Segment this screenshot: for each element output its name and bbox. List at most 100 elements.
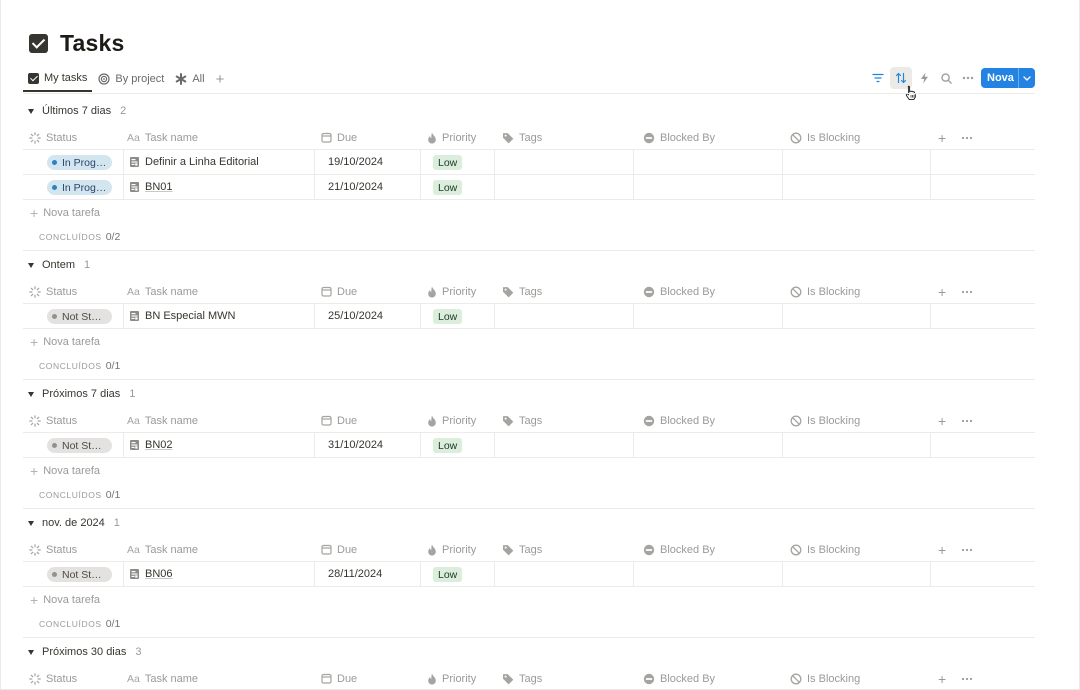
- more-icon[interactable]: [961, 666, 973, 689]
- more-icon[interactable]: [961, 537, 973, 562]
- column-blocked-by[interactable]: Blocked By: [643, 666, 715, 689]
- group-header[interactable]: Ontem 1: [23, 254, 1035, 276]
- new-task-row[interactable]: + Nova tarefa: [23, 329, 1035, 354]
- column-priority[interactable]: Priority: [427, 279, 476, 304]
- column-tags[interactable]: Tags: [502, 666, 542, 689]
- priority-badge[interactable]: Low: [433, 155, 463, 170]
- column-is-blocking[interactable]: Is Blocking: [790, 279, 860, 304]
- toggle-triangle-icon[interactable]: [28, 262, 34, 268]
- add-property-icon[interactable]: +: [938, 125, 946, 150]
- chevron-down-icon[interactable]: [1019, 75, 1035, 81]
- priority-badge[interactable]: Low: [433, 180, 463, 195]
- completed-summary: CONCLUÍDOS 0/1: [23, 612, 1035, 636]
- table-row[interactable]: In Prog… BN01 21/10/2024 Low: [23, 175, 1035, 200]
- toggle-triangle-icon[interactable]: [28, 520, 34, 526]
- column-status[interactable]: Status: [29, 537, 77, 562]
- add-property-icon[interactable]: +: [938, 537, 946, 562]
- due-date[interactable]: 21/10/2024: [321, 175, 383, 199]
- toggle-triangle-icon[interactable]: [28, 108, 34, 114]
- table-row[interactable]: In Prog… Definir a Linha Editorial 19/10…: [23, 150, 1035, 175]
- column-tags[interactable]: Tags: [502, 537, 542, 562]
- add-view-icon[interactable]: +: [211, 71, 230, 88]
- table-row[interactable]: Not St… BN06 28/11/2024 Low: [23, 562, 1035, 587]
- task-name[interactable]: BN Especial MWN: [145, 304, 235, 328]
- group-header[interactable]: nov. de 2024 1: [23, 512, 1035, 534]
- column-priority[interactable]: Priority: [427, 125, 476, 150]
- column-priority[interactable]: Priority: [427, 537, 476, 562]
- column-is-blocking[interactable]: Is Blocking: [790, 408, 860, 433]
- more-icon[interactable]: [961, 408, 973, 433]
- task-name[interactable]: BN06: [145, 562, 173, 586]
- task-name[interactable]: BN02: [145, 433, 173, 457]
- column-blocked-by[interactable]: Blocked By: [643, 279, 715, 304]
- column-due[interactable]: Due: [321, 279, 357, 304]
- group-header[interactable]: Próximos 7 dias 1: [23, 383, 1035, 405]
- column-due[interactable]: Due: [321, 537, 357, 562]
- toggle-triangle-icon[interactable]: [28, 649, 34, 655]
- table-row[interactable]: Not St… BN Especial MWN 25/10/2024 Low: [23, 304, 1035, 329]
- due-date[interactable]: 31/10/2024: [321, 433, 383, 457]
- due-date[interactable]: 25/10/2024: [321, 304, 383, 328]
- table-row[interactable]: Not St… BN02 31/10/2024 Low: [23, 433, 1035, 458]
- priority-badge[interactable]: Low: [433, 309, 463, 324]
- column-tags[interactable]: Tags: [502, 125, 542, 150]
- column-tags[interactable]: Tags: [502, 279, 542, 304]
- due-date[interactable]: 19/10/2024: [321, 150, 383, 174]
- column-task-name[interactable]: Aa Task name: [127, 125, 198, 150]
- column-status[interactable]: Status: [29, 408, 77, 433]
- column-is-blocking[interactable]: Is Blocking: [790, 666, 861, 689]
- status-badge[interactable]: Not St…: [47, 309, 112, 324]
- more-icon[interactable]: [961, 125, 973, 150]
- due-date[interactable]: 28/11/2024: [321, 562, 382, 586]
- filter-icon[interactable]: [867, 67, 889, 89]
- column-header-row: Status Aa Task name Due Priority Tags Blo…: [23, 666, 1035, 689]
- tab-my-tasks[interactable]: My tasks: [23, 66, 93, 92]
- add-property-icon[interactable]: +: [938, 408, 946, 433]
- more-icon[interactable]: [957, 67, 979, 89]
- status-badge[interactable]: Not St…: [47, 567, 112, 582]
- search-icon[interactable]: [935, 67, 957, 89]
- column-priority[interactable]: Priority: [427, 666, 476, 689]
- column-due[interactable]: Due: [321, 125, 357, 150]
- group-header[interactable]: Próximos 30 dias 3: [23, 641, 1035, 663]
- column-task-name[interactable]: Aa Task name: [127, 537, 198, 562]
- column-status[interactable]: Status: [29, 666, 77, 689]
- column-blocked-by[interactable]: Blocked By: [643, 125, 715, 150]
- column-priority[interactable]: Priority: [427, 408, 476, 433]
- column-tags[interactable]: Tags: [502, 408, 542, 433]
- column-due[interactable]: Due: [321, 666, 357, 689]
- add-property-icon[interactable]: +: [938, 279, 946, 304]
- task-name[interactable]: Definir a Linha Editorial: [145, 150, 259, 174]
- status-badge[interactable]: In Prog…: [47, 180, 112, 195]
- toggle-triangle-icon[interactable]: [28, 391, 34, 397]
- column-task-name[interactable]: Aa Task name: [127, 408, 198, 433]
- more-icon[interactable]: [961, 279, 973, 304]
- page-title[interactable]: Tasks: [60, 30, 125, 57]
- tab-by-project[interactable]: By project: [93, 66, 169, 92]
- column-is-blocking[interactable]: Is Blocking: [790, 125, 860, 150]
- column-blocked-by[interactable]: Blocked By: [643, 408, 715, 433]
- column-is-blocking[interactable]: Is Blocking: [790, 537, 860, 562]
- group-header[interactable]: Últimos 7 dias 2: [23, 100, 1035, 122]
- column-label: Is Blocking: [807, 672, 861, 685]
- column-status[interactable]: Status: [29, 125, 77, 150]
- column-blocked-by[interactable]: Blocked By: [643, 537, 715, 562]
- priority-badge[interactable]: Low: [433, 438, 463, 453]
- column-due[interactable]: Due: [321, 408, 357, 433]
- priority-badge[interactable]: Low: [433, 567, 463, 582]
- tab-label: By project: [115, 73, 165, 85]
- status-badge[interactable]: Not St…: [47, 438, 112, 453]
- new-task-button[interactable]: Nova: [981, 68, 1035, 88]
- view-tabs: My tasks By project All +: [23, 66, 229, 92]
- new-task-row[interactable]: + Nova tarefa: [23, 458, 1035, 483]
- tab-all[interactable]: All: [170, 66, 209, 92]
- cell-divider: [782, 562, 783, 586]
- column-task-name[interactable]: Aa Task name: [127, 666, 198, 689]
- add-property-icon[interactable]: +: [938, 666, 946, 689]
- column-task-name[interactable]: Aa Task name: [127, 279, 198, 304]
- status-badge[interactable]: In Prog…: [47, 155, 112, 170]
- new-task-row[interactable]: + Nova tarefa: [23, 587, 1035, 612]
- column-status[interactable]: Status: [29, 279, 77, 304]
- task-name[interactable]: BN01: [145, 175, 173, 199]
- new-task-row[interactable]: + Nova tarefa: [23, 200, 1035, 225]
